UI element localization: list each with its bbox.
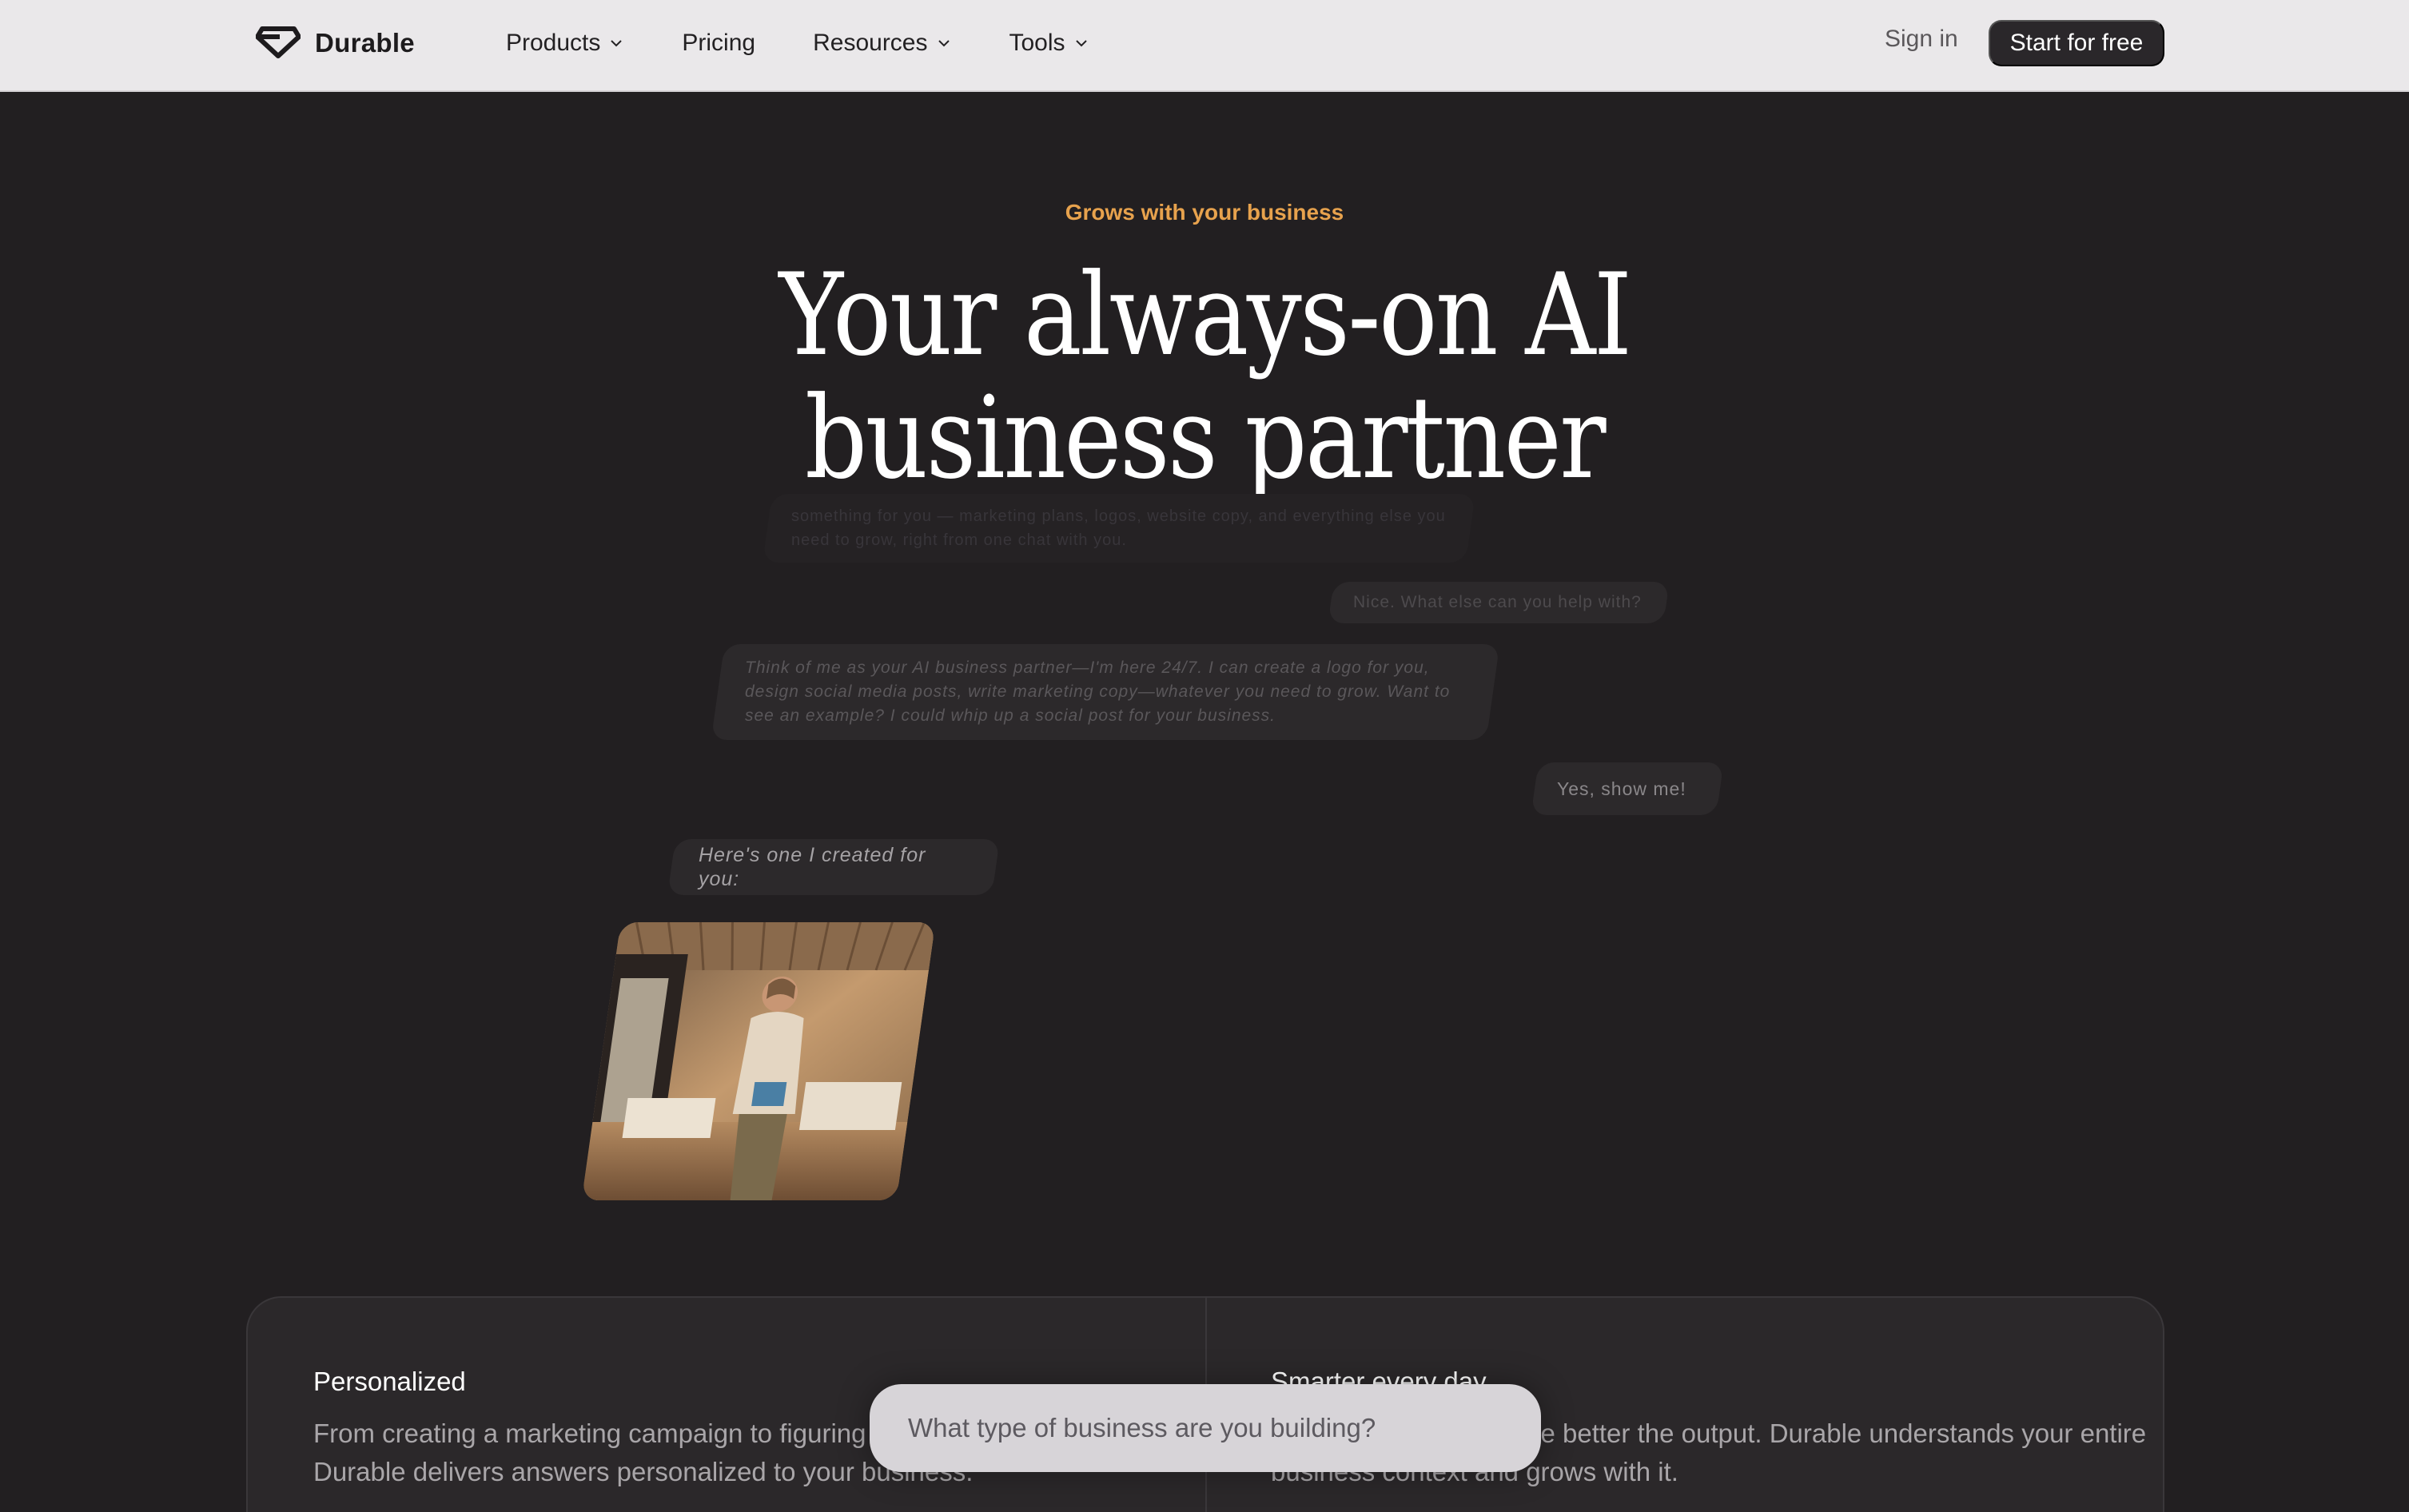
- business-prompt-bar[interactable]: [870, 1384, 1541, 1472]
- nav-item-label: Tools: [1009, 30, 1065, 56]
- nav-item-pricing[interactable]: Pricing: [682, 30, 755, 57]
- chat-message-text: Yes, show me!: [1557, 778, 1686, 799]
- hero-title-line-1: Your always-on AI: [778, 249, 1632, 381]
- chat-bubble-user: Nice. What else can you help with?: [1328, 582, 1670, 623]
- chat-message-text: Think of me as your AI business partner—…: [745, 659, 1451, 725]
- nav-item-resources[interactable]: Resources: [813, 30, 951, 57]
- hero-eyebrow: Grows with your business: [1065, 200, 1344, 225]
- nav-item-label: Resources: [813, 30, 928, 56]
- chevron-down-icon: [938, 40, 950, 47]
- nav-item-label: Pricing: [682, 30, 756, 56]
- business-type-input[interactable]: [908, 1413, 1499, 1443]
- chat-bubble-ai: Here's one I created for you:: [667, 839, 1000, 895]
- durable-logo-icon: [255, 24, 301, 63]
- main-nav: Products Pricing Resources Tools: [506, 24, 1147, 62]
- nav-item-products[interactable]: Products: [506, 30, 624, 57]
- start-for-free-button[interactable]: Start for free: [1989, 20, 2164, 66]
- nav-item-tools[interactable]: Tools: [1009, 30, 1089, 57]
- chat-message-text: something for you — marketing plans, log…: [791, 507, 1446, 549]
- chat-message-text: Here's one I created for you:: [699, 844, 926, 890]
- chat-message-text: Nice. What else can you help with?: [1353, 593, 1642, 611]
- generated-social-post-image: [581, 922, 936, 1200]
- chat-bubble-user: Yes, show me!: [1531, 762, 1724, 815]
- top-navbar: Durable Products Pricing Resources Tools…: [0, 0, 2409, 92]
- hero-title-line-2: business partner: [804, 372, 1607, 504]
- brand-name: Durable: [315, 28, 415, 58]
- chat-bubble-ai: Think of me as your AI business partner—…: [711, 644, 1500, 740]
- hero-title: Your always-on AI business partner: [169, 254, 2240, 500]
- chevron-down-icon: [611, 40, 623, 47]
- sign-in-link[interactable]: Sign in: [1885, 26, 1958, 53]
- chat-bubble-faded: something for you — marketing plans, log…: [762, 494, 1476, 563]
- brand-logo-link[interactable]: Durable: [255, 22, 415, 64]
- nav-item-label: Products: [506, 30, 601, 56]
- chevron-down-icon: [1075, 40, 1087, 47]
